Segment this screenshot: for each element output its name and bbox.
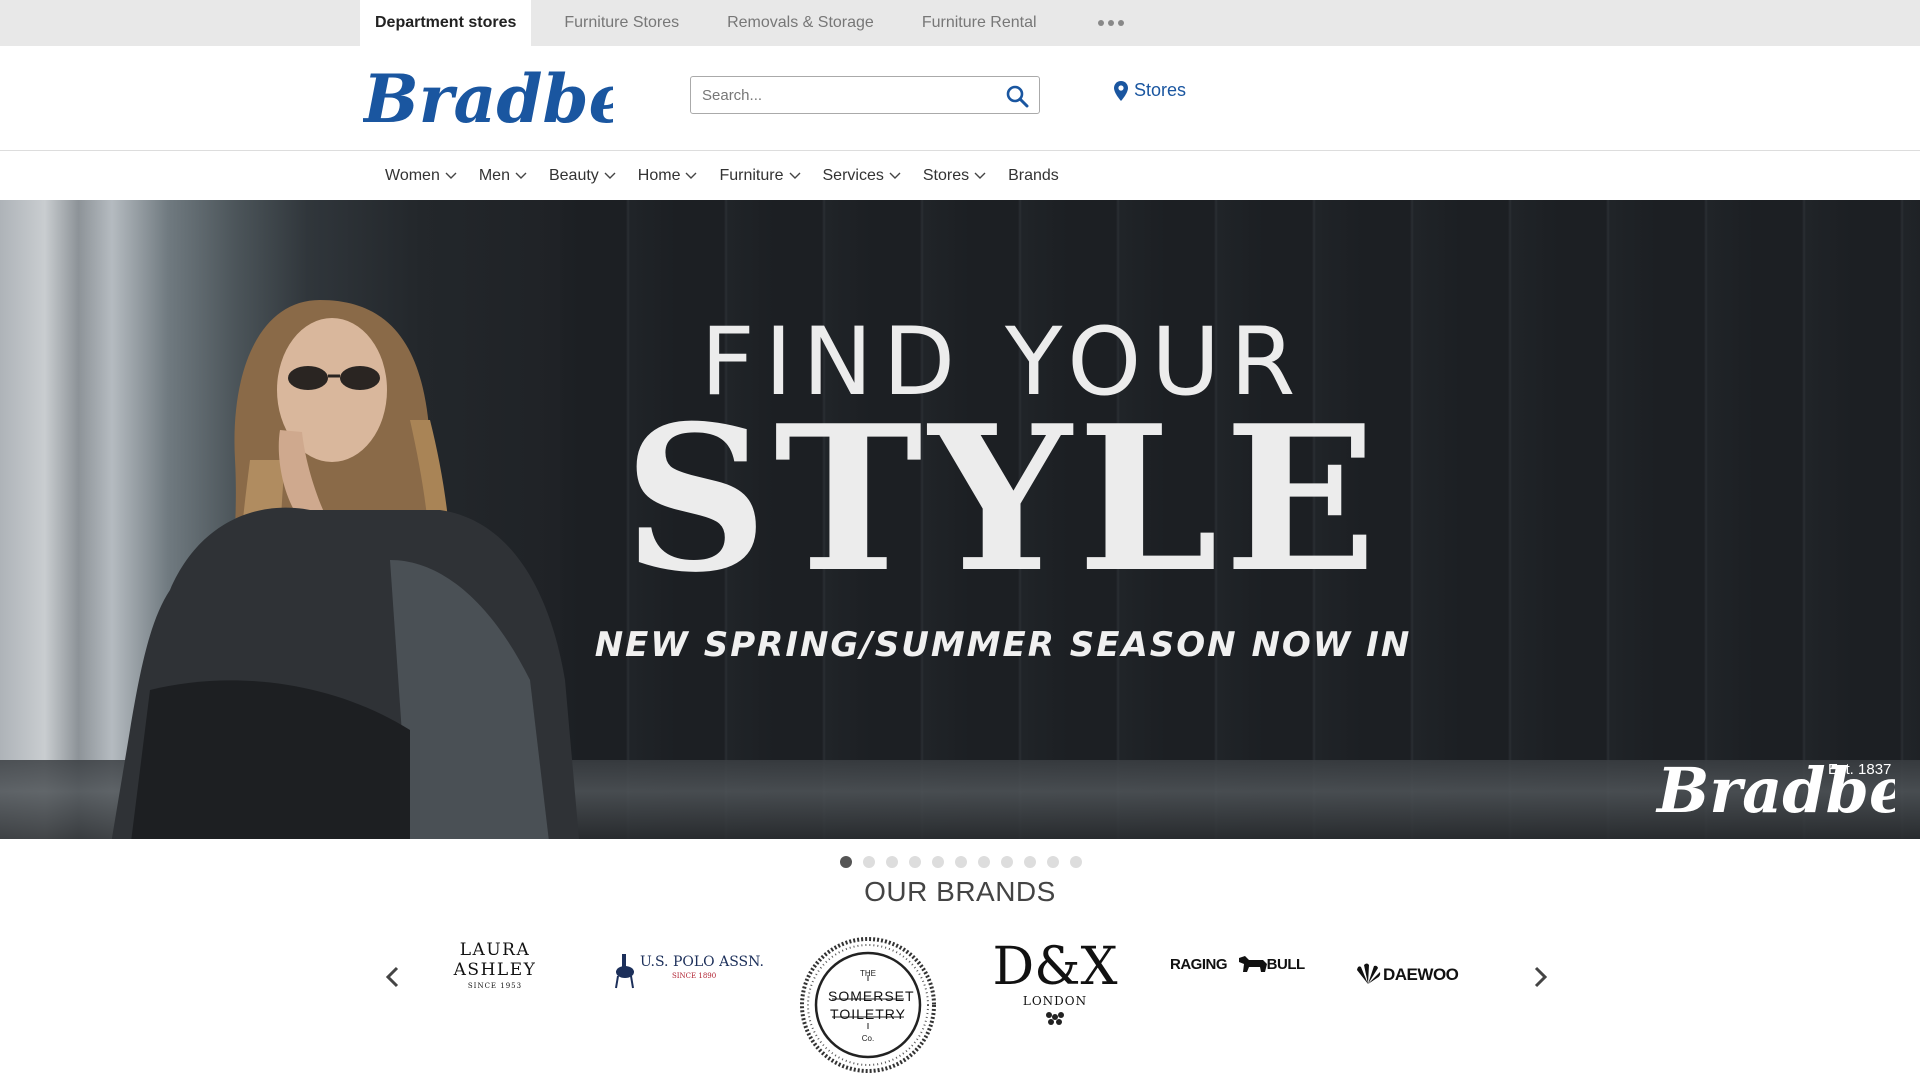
nav-item-brands[interactable]: Brands: [1008, 167, 1059, 185]
brand-sub: SINCE 1890: [672, 972, 717, 980]
carousel-dot[interactable]: [840, 856, 852, 868]
brand-us-polo-assn[interactable]: U.S. POLO ASSN. SINCE 1890: [613, 950, 764, 994]
ellipsis-icon[interactable]: [1088, 0, 1134, 46]
search-input[interactable]: [691, 77, 991, 113]
daewoo-shell-icon: [1357, 963, 1381, 984]
brand-name: SOMERSET TOILETRY: [828, 988, 915, 1022]
site-header: Bradbeers Stores: [0, 46, 1920, 151]
brand-laura-ashley[interactable]: LAURA ASHLEY SINCE 1953: [420, 940, 570, 990]
nav-label: Brands: [1008, 166, 1059, 184]
nav-item-furniture[interactable]: Furniture: [719, 167, 800, 185]
site-switcher-bar: Department stores Furniture Stores Remov…: [0, 0, 1920, 46]
brand-pre: THE: [860, 969, 876, 978]
stores-link-label: Stores: [1134, 80, 1187, 100]
brands-section-title: OUR BRANDS: [864, 876, 1056, 907]
nav-label: Beauty: [548, 166, 599, 184]
established-label: Est. 1837: [1828, 761, 1892, 778]
search-icon[interactable]: [1005, 84, 1029, 108]
nav-item-beauty[interactable]: Beauty: [549, 167, 616, 185]
chevron-right-icon[interactable]: [1525, 962, 1555, 992]
carousel-dot[interactable]: [1001, 856, 1013, 868]
brand-dx-london[interactable]: D&X LONDON: [985, 940, 1125, 1031]
nav-item-services[interactable]: Services: [823, 167, 901, 185]
bradbeers-logo[interactable]: Bradbeers: [363, 60, 613, 136]
brand-name: D&X: [992, 937, 1118, 997]
nav-label: Furniture: [719, 166, 784, 184]
nav-item-stores[interactable]: Stores: [923, 167, 986, 185]
tab-removals-storage[interactable]: Removals & Storage: [712, 0, 889, 46]
brand-name: LAURA ASHLEY: [453, 940, 537, 980]
brand-name: DAEWOO: [1383, 965, 1459, 984]
hero-banner[interactable]: FIND YOUR STYLE NEW SPRING/SUMMER SEASON…: [0, 200, 1920, 839]
chevron-down-icon: [789, 172, 800, 179]
bull-icon: [1239, 956, 1267, 972]
tab-department-stores[interactable]: Department stores: [360, 0, 532, 46]
carousel-dot[interactable]: [955, 856, 967, 868]
flower-icon: [1046, 1012, 1064, 1025]
site-tabs: Department stores Furniture Stores Remov…: [360, 0, 1134, 46]
hero-subheading: NEW SPRING/SUMMER SEASON NOW IN: [594, 625, 1412, 665]
brand-sub: SINCE 1953: [467, 982, 523, 990]
nav-label: Home: [637, 166, 681, 184]
nav-item-home[interactable]: Home: [638, 167, 698, 185]
nav-label: Women: [385, 166, 440, 184]
carousel-dot[interactable]: [1070, 856, 1082, 868]
hero-heading-line2: STYLE: [623, 382, 1383, 617]
polo-player-icon: [615, 954, 634, 989]
hero-bradbeers-logo: Bradbeers: [1655, 754, 1895, 822]
nav-item-men[interactable]: Men: [479, 167, 527, 185]
brand-post: Co.: [861, 1034, 875, 1043]
chevron-down-icon: [974, 172, 986, 179]
stores-link[interactable]: Stores: [1114, 80, 1186, 101]
carousel-dot[interactable]: [932, 856, 944, 868]
carousel-dot[interactable]: [1024, 856, 1036, 868]
carousel-dot[interactable]: [886, 856, 898, 868]
brand-somerset-toiletry[interactable]: THE SOMERSET TOILETRY Co.: [798, 937, 938, 1077]
tab-furniture-stores[interactable]: Furniture Stores: [549, 0, 694, 46]
carousel-dot[interactable]: [1047, 856, 1059, 868]
brands-carousel: LAURA ASHLEY SINCE 1953 U.S. POLO ASSN. …: [370, 937, 1550, 1080]
tab-furniture-rental[interactable]: Furniture Rental: [907, 0, 1052, 46]
chevron-down-icon: [685, 172, 697, 179]
chevron-down-icon: [889, 172, 901, 179]
logo-text: Bradbeers: [363, 60, 613, 136]
carousel-dot[interactable]: [978, 856, 990, 868]
carousel-dot[interactable]: [863, 856, 875, 868]
nav-item-women[interactable]: Women: [385, 167, 457, 185]
brand-raging-bull[interactable]: RAGING BULL: [1170, 952, 1320, 982]
nav-label: Stores: [922, 166, 970, 184]
carousel-dots: [840, 856, 1082, 868]
carousel-dot[interactable]: [909, 856, 921, 868]
search-box: [690, 76, 1040, 114]
brand-daewoo[interactable]: DAEWOO: [1355, 962, 1495, 992]
brand-name: U.S. POLO ASSN.: [640, 954, 764, 970]
nav-label: Services: [822, 166, 884, 184]
chevron-down-icon: [445, 172, 457, 179]
main-nav: Women Men Beauty Home Furniture Services…: [0, 151, 1920, 200]
location-pin-icon: [1114, 80, 1128, 101]
chevron-left-icon[interactable]: [378, 962, 408, 992]
nav-label: Men: [478, 166, 510, 184]
chevron-down-icon: [604, 172, 616, 179]
chevron-down-icon: [515, 172, 527, 179]
